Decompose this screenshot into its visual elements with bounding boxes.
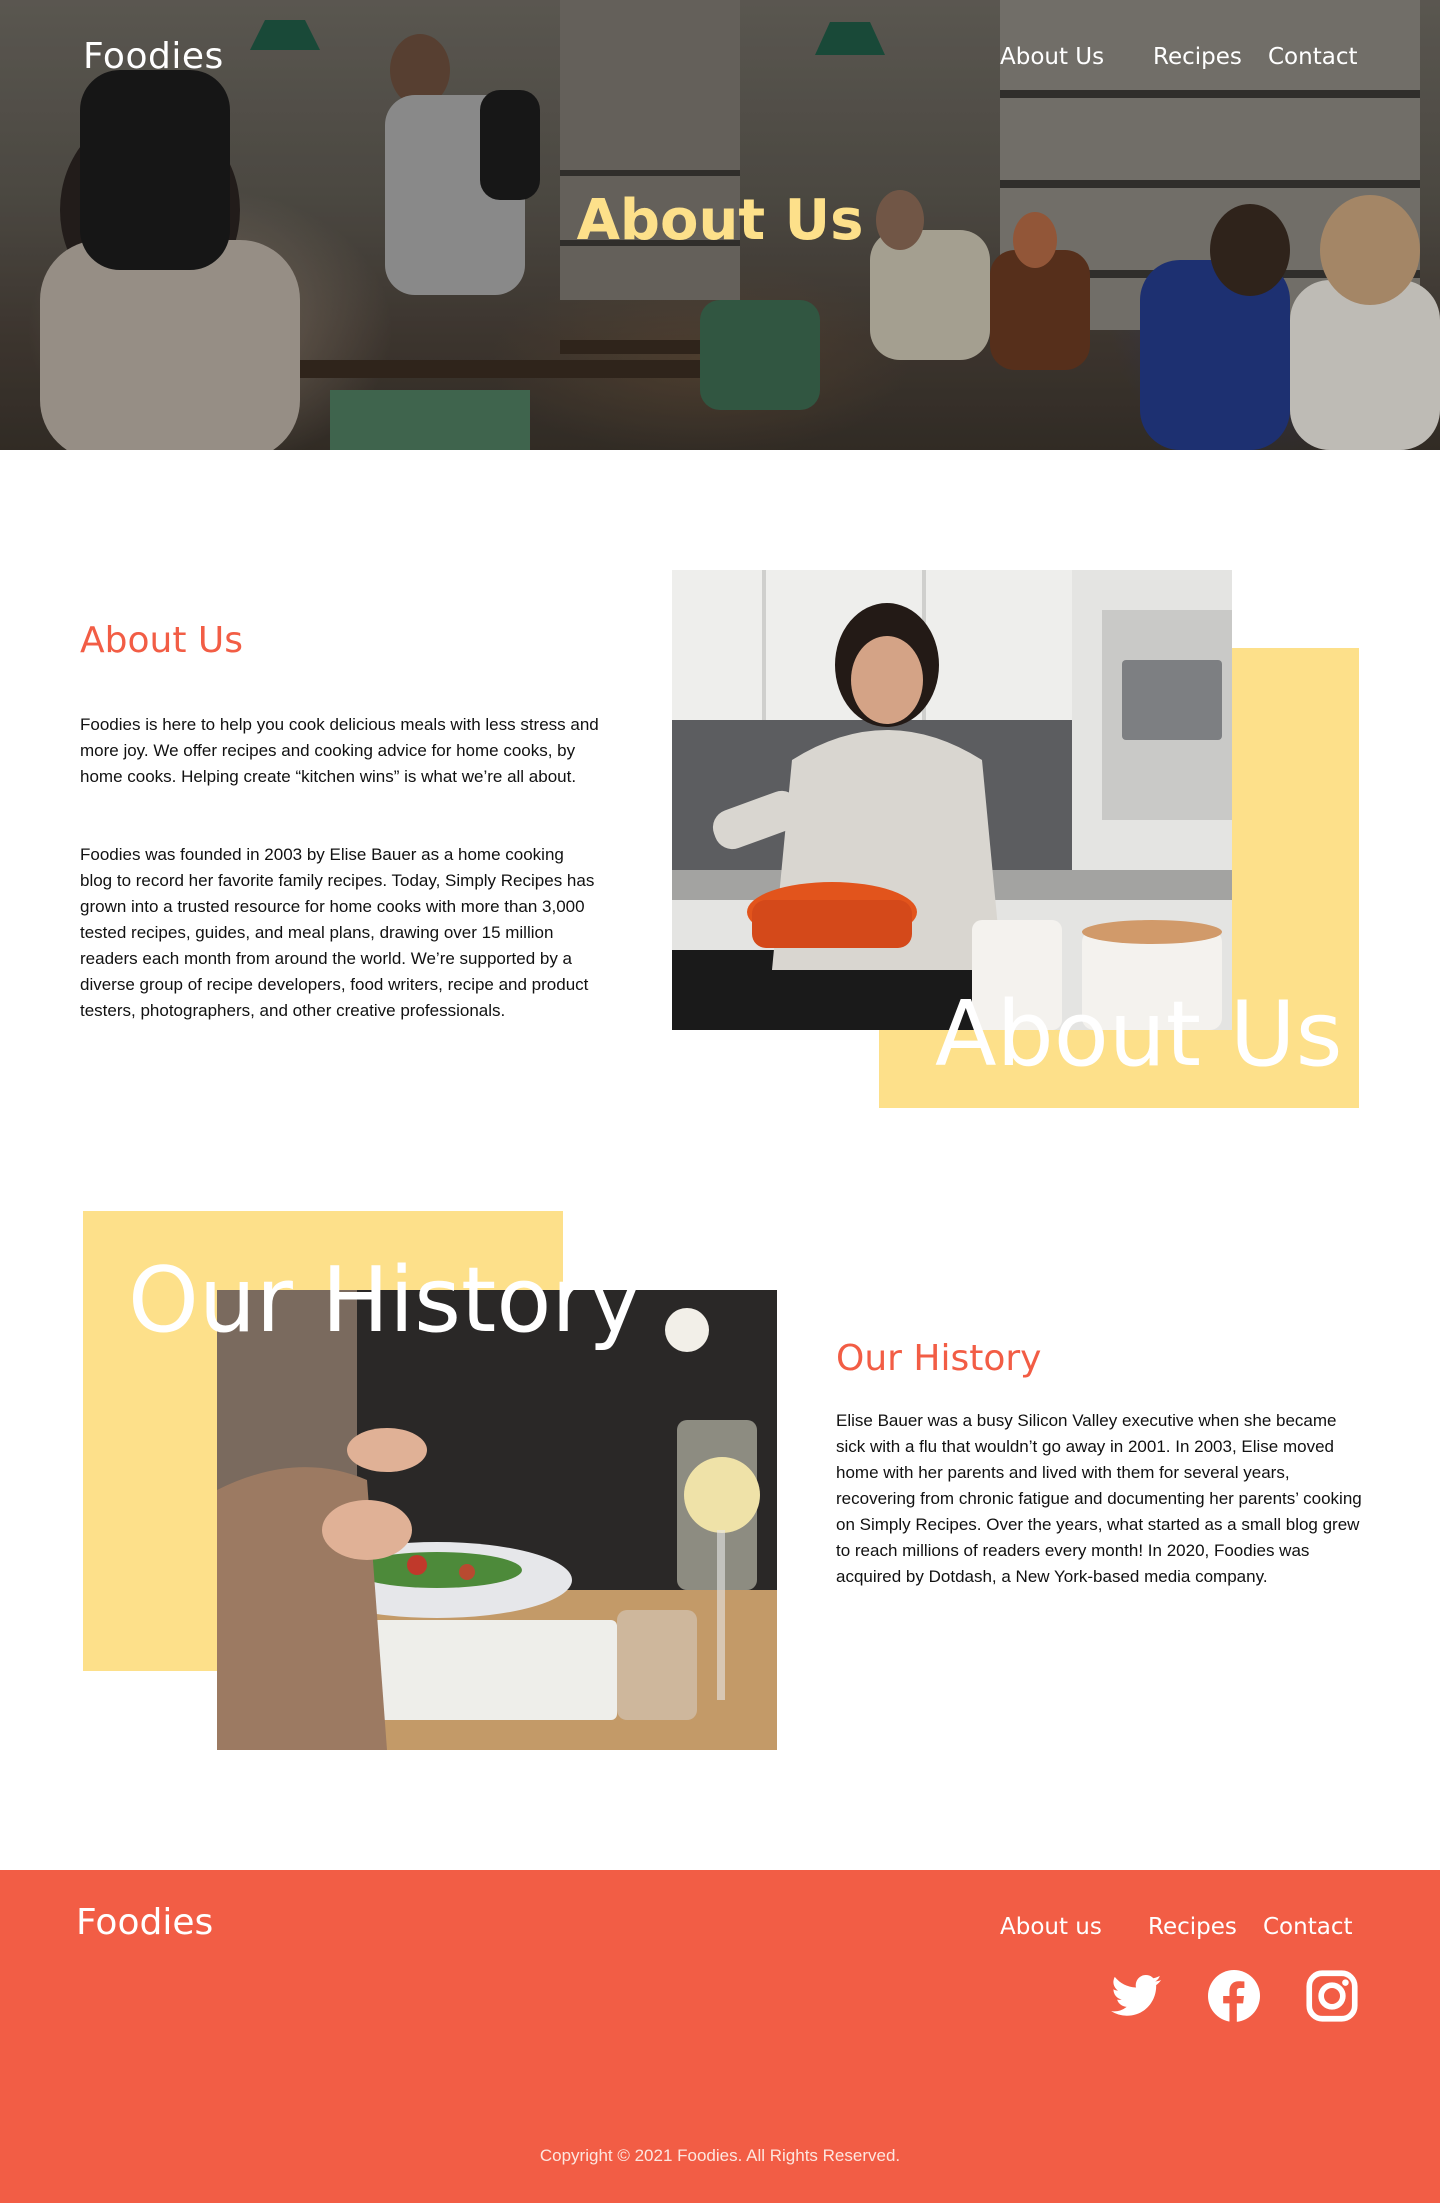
hero-banner: Foodies About Us Recipes Contact About U… (0, 0, 1440, 450)
copyright-text: Copyright © 2021 Foodies. All Rights Res… (539, 2146, 901, 2165)
site-footer: Foodies About us Recipes Contact Copyrig… (0, 1870, 1440, 2203)
hero-title: About Us (576, 188, 864, 253)
site-logo[interactable]: Foodies (83, 36, 224, 77)
about-heading: About Us (80, 620, 243, 661)
about-photo-image (672, 570, 1232, 1030)
footer-link-about-us[interactable]: About us (1000, 1914, 1102, 1940)
nav-link-about-us[interactable]: About Us (1000, 44, 1104, 70)
footer-link-contact[interactable]: Contact (1263, 1914, 1352, 1940)
footer-logo[interactable]: Foodies (76, 1902, 213, 1943)
history-photo-dining (217, 1290, 777, 1750)
nav-link-contact[interactable]: Contact (1268, 44, 1357, 70)
history-heading: Our History (836, 1338, 1042, 1379)
about-overlay-text: About Us (935, 982, 1343, 1087)
footer-link-recipes[interactable]: Recipes (1148, 1914, 1237, 1940)
nav-link-recipes[interactable]: Recipes (1153, 44, 1242, 70)
about-paragraph-2: Foodies was founded in 2003 by Elise Bau… (80, 845, 595, 1020)
instagram-icon[interactable] (1306, 1970, 1358, 2022)
twitter-icon[interactable] (1110, 1970, 1162, 2022)
about-photo-woman-cooking (672, 570, 1232, 1030)
history-photo-image (217, 1290, 777, 1750)
history-overlay-text: Our History (128, 1248, 642, 1353)
facebook-icon[interactable] (1208, 1970, 1260, 2022)
about-paragraph-1: Foodies is here to help you cook delicio… (80, 715, 599, 786)
history-paragraph: Elise Bauer was a busy Silicon Valley ex… (836, 1411, 1362, 1586)
